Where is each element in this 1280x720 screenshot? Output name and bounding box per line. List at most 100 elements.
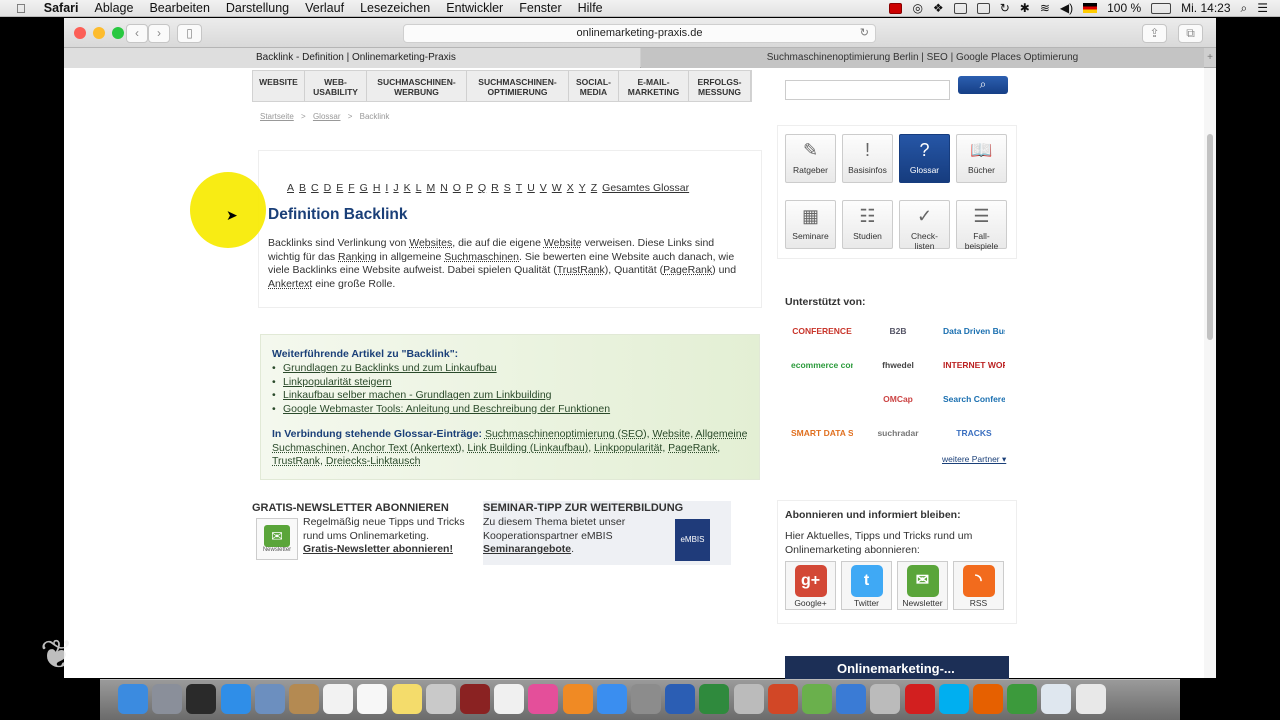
tile-glossar[interactable]: ? Glossar	[899, 134, 950, 183]
further-link[interactable]: Grundlagen zu Backlinks und zum Linkaufb…	[283, 362, 497, 374]
letter-q[interactable]: Q	[478, 182, 486, 194]
camtasia-icon[interactable]	[1007, 684, 1038, 714]
related-entry-link[interactable]: Website	[652, 428, 690, 440]
partner-logo[interactable]: fhwedel	[867, 356, 929, 374]
glossary-link[interactable]: Websites	[409, 237, 452, 249]
letter-o[interactable]: O	[453, 182, 461, 194]
site-search-button[interactable]: ⌕	[958, 76, 1008, 94]
photo-booth-icon[interactable]	[460, 684, 490, 714]
address-bar[interactable]: onlinemarketing-praxis.de ↻	[403, 24, 876, 43]
keyboard-layout-flag-icon[interactable]	[1083, 3, 1098, 13]
site-search-input[interactable]	[785, 80, 950, 100]
partner-logo[interactable]: Data Driven Business	[943, 322, 1005, 340]
newsletter-icon[interactable]: ✉ Newsletter	[256, 518, 298, 560]
recording-icon[interactable]	[889, 2, 903, 14]
time-machine-icon[interactable]: ↻	[1000, 1, 1010, 15]
glossary-link[interactable]: PageRank	[663, 264, 712, 276]
messenger-icon[interactable]	[802, 684, 832, 714]
glossary-link[interactable]: Ankertext	[268, 278, 312, 290]
letter-x[interactable]: X	[567, 182, 574, 194]
related-entry-link[interactable]: Anchor Text (Ankertext)	[352, 442, 462, 454]
letter-w[interactable]: W	[552, 182, 562, 194]
further-link[interactable]: Google Webmaster Tools: Anleitung und Be…	[283, 403, 610, 415]
menu-entwickler[interactable]: Entwickler	[438, 1, 511, 15]
contacts-icon[interactable]	[289, 684, 319, 714]
wifi-icon[interactable]: ≋	[1040, 1, 1050, 15]
tile-ratgeber[interactable]: ✎ Ratgeber	[785, 134, 836, 183]
subscribe-twitter[interactable]: t Twitter	[841, 561, 892, 610]
glossary-link[interactable]: TrustRank	[557, 264, 605, 276]
nav-item-2[interactable]: SUCHMASCHINEN- WERBUNG	[367, 71, 467, 101]
unknown-app-icon[interactable]	[733, 684, 764, 714]
related-entry-link[interactable]: PageRank	[668, 442, 717, 454]
launchpad-icon[interactable]	[152, 684, 183, 714]
full-glossary-link[interactable]: Gesamtes Glossar	[602, 182, 689, 194]
embis-logo[interactable]: eMBIS	[675, 519, 710, 561]
partner-logo[interactable]: SMART DATA Summit	[791, 424, 853, 442]
skype-icon[interactable]	[938, 684, 969, 714]
finder-icon[interactable]	[118, 684, 148, 714]
reminders-icon[interactable]	[357, 684, 388, 714]
forward-button[interactable]: ›	[148, 24, 170, 43]
menu-bearbeiten[interactable]: Bearbeiten	[141, 1, 217, 15]
nav-item-5[interactable]: E-MAIL- MARKETING	[619, 71, 689, 101]
partner-logo[interactable]	[791, 390, 853, 408]
nav-item-3[interactable]: SUCHMASCHINEN- OPTIMIERUNG	[467, 71, 569, 101]
tile-basisinfos[interactable]: ! Basisinfos	[842, 134, 893, 183]
photos-icon[interactable]	[494, 684, 525, 714]
letter-e[interactable]: E	[336, 182, 343, 194]
excel-icon[interactable]	[699, 684, 730, 714]
back-button[interactable]: ‹	[126, 24, 148, 43]
partner-logo[interactable]: CONFERENCE	[791, 322, 853, 340]
battery-icon[interactable]	[1151, 2, 1172, 14]
letter-y[interactable]: Y	[579, 182, 586, 194]
letter-n[interactable]: N	[440, 182, 448, 194]
minimize-window-button[interactable]	[93, 27, 105, 39]
related-entry-link[interactable]: Linkpopularität	[594, 442, 662, 454]
seminar-offers-link[interactable]: Seminarangebote	[483, 543, 571, 555]
glossary-link[interactable]: Suchmaschinen	[444, 251, 519, 263]
status-app-icon[interactable]: ◎	[912, 1, 922, 15]
letter-s[interactable]: S	[504, 182, 511, 194]
partner-logo[interactable]: Search Conference	[943, 390, 1005, 408]
letter-g[interactable]: G	[360, 182, 368, 194]
subscribe-newsletter[interactable]: ✉ Newsletter	[897, 561, 948, 610]
partner-logo[interactable]: suchradar	[867, 424, 929, 442]
volume-icon[interactable]: ◀)	[1060, 1, 1073, 15]
clock[interactable]: Mi. 14:23	[1181, 1, 1230, 15]
related-entry-link[interactable]: Suchmaschinenoptimierung (SEO)	[485, 428, 647, 440]
partner-logo[interactable]: INTERNET WORLD Business	[943, 356, 1005, 374]
breadcrumb-glossar-link[interactable]: Glossar	[313, 112, 341, 121]
letter-f[interactable]: F	[348, 182, 354, 194]
image-capture-icon[interactable]	[425, 684, 456, 714]
letter-u[interactable]: U	[527, 182, 535, 194]
partner-logo[interactable]: B2B	[867, 322, 929, 340]
subscribe-rss[interactable]: ◝ RSS	[953, 561, 1004, 610]
further-link[interactable]: Linkaufbau selber machen - Grundlagen zu…	[283, 389, 552, 401]
share-icon[interactable]: ⇪	[1142, 24, 1167, 43]
menu-lesezeichen[interactable]: Lesezeichen	[352, 1, 438, 15]
close-window-button[interactable]	[74, 27, 86, 39]
sidebar-toggle-icon[interactable]: ▯	[177, 24, 202, 43]
glossary-link[interactable]: Website	[544, 237, 582, 249]
preview-icon[interactable]	[254, 684, 285, 714]
mission-control-icon[interactable]	[186, 684, 217, 714]
breadcrumb-home-link[interactable]: Startseite	[260, 112, 294, 121]
letter-h[interactable]: H	[373, 182, 381, 194]
app-store-icon[interactable]	[596, 684, 627, 714]
tile-fallbeispiele[interactable]: ☰ Fall- beispiele	[956, 200, 1007, 251]
partner-logo[interactable]: TRACKS	[943, 424, 1005, 442]
letter-i[interactable]: I	[385, 182, 388, 194]
system-preferences-icon[interactable]	[631, 684, 661, 714]
spotlight-icon[interactable]: ⌕	[1241, 1, 1248, 16]
scrollbar-thumb[interactable]	[1207, 134, 1213, 340]
letter-r[interactable]: R	[491, 182, 499, 194]
menu-fenster[interactable]: Fenster	[511, 1, 569, 15]
unknown-app-icon[interactable]	[870, 684, 901, 714]
notification-center-icon[interactable]: ☰	[1257, 1, 1268, 15]
subscribe-googleplus[interactable]: g+ Google+	[785, 561, 836, 610]
more-partners-link[interactable]: weitere Partner ▾	[942, 454, 1006, 465]
dropbox-icon[interactable]: ❖	[933, 1, 944, 15]
letter-a[interactable]: A	[287, 182, 294, 194]
related-entry-link[interactable]: TrustRank	[272, 455, 320, 467]
